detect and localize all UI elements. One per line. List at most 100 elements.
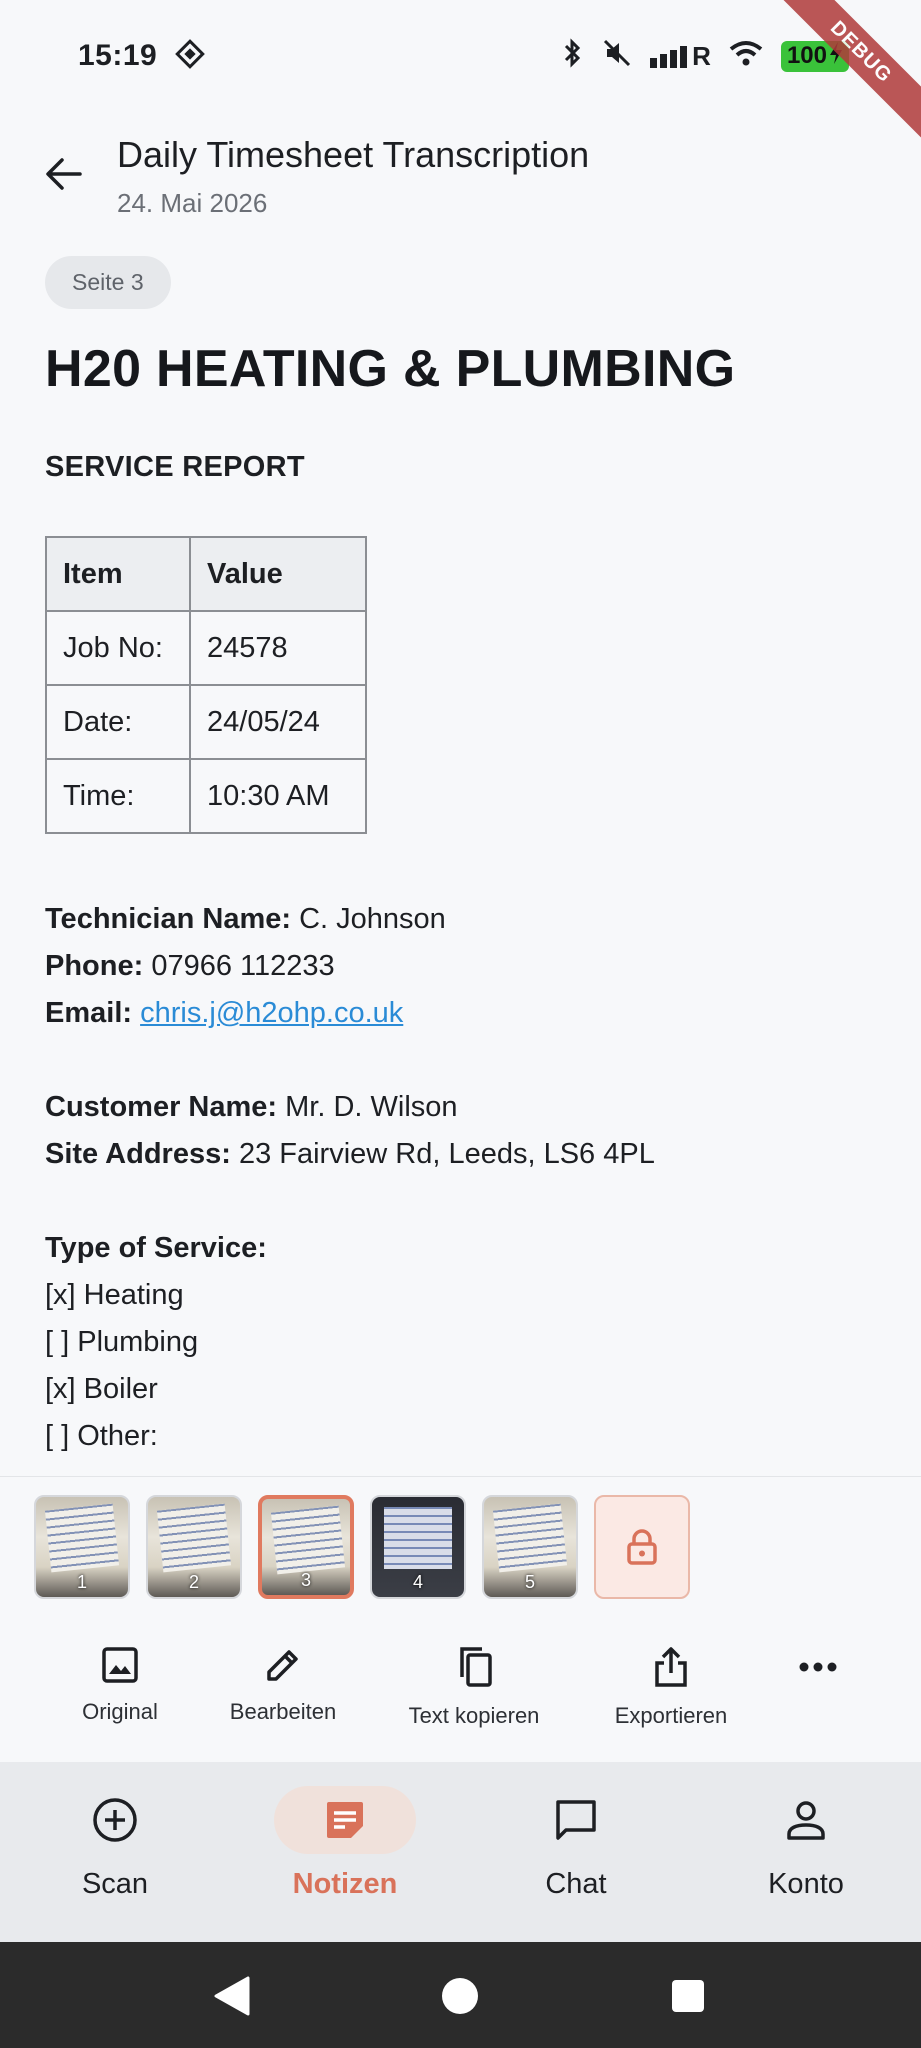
customer-value: Mr. D. Wilson — [285, 1091, 458, 1123]
document-heading: H20 HEATING & PLUMBING — [45, 340, 736, 398]
edit-button[interactable]: Bearbeiten — [212, 1645, 354, 1725]
chat-bubble-icon — [556, 1800, 596, 1840]
table-row: Time: 10:30 AM — [45, 758, 367, 834]
status-right: R 100 — [560, 37, 849, 75]
thumbnail-number: 1 — [76, 1572, 87, 1592]
share-icon — [655, 1647, 687, 1687]
phone-value: 07966 112233 — [151, 950, 335, 982]
square-recents-icon — [672, 1980, 704, 2012]
mute-icon — [602, 38, 632, 75]
app-bar: Daily Timesheet Transcription 24. Mai 20… — [0, 120, 921, 230]
system-recents-button[interactable] — [664, 1972, 712, 2020]
table-cell: Time: — [45, 758, 191, 834]
app-notification-icon — [175, 38, 206, 74]
page-thumbnail[interactable]: 2 — [146, 1495, 242, 1599]
page-thumbnail[interactable]: 1 — [34, 1495, 130, 1599]
thumbnail-list: 1 2 3 4 5 — [34, 1495, 690, 1599]
table-cell: 24/05/24 — [189, 684, 367, 760]
nav-chat-label: Chat — [545, 1868, 607, 1900]
service-option: [x] Heating — [45, 1279, 184, 1311]
arrow-left-icon — [46, 158, 82, 190]
nav-scan-label: Scan — [81, 1868, 149, 1900]
service-option: [ ] Other: — [45, 1420, 158, 1452]
table-row: Date: 24/05/24 — [45, 684, 367, 760]
status-bar: 15:19 R 100 — [0, 0, 921, 112]
thumbnail-number: 3 — [300, 1570, 311, 1590]
table-cell: Date: — [45, 684, 191, 760]
page-thumbnail-selected[interactable]: 3 — [258, 1495, 354, 1599]
copy-icon — [460, 1647, 492, 1687]
signal-label: R — [692, 40, 711, 71]
service-type-label: Type of Service: — [45, 1232, 267, 1264]
locked-page-button[interactable] — [594, 1495, 690, 1599]
nav-scan[interactable]: Scan — [35, 1786, 195, 1901]
phone-line: Phone: 07966 112233 — [45, 943, 875, 990]
person-icon — [787, 1801, 825, 1840]
system-back-button[interactable] — [208, 1972, 256, 2020]
bottom-navigation: Scan Notizen Chat Konto — [0, 1762, 921, 1942]
site-value: 23 Fairview Rd, Leeds, LS6 4PL — [238, 1138, 655, 1170]
export-button[interactable]: Exportieren — [598, 1645, 744, 1729]
page-thumbnail[interactable]: 4 — [370, 1495, 466, 1599]
nav-account-label: Konto — [768, 1868, 844, 1900]
table-header-row: Item Value — [45, 536, 367, 612]
service-option: [ ] Plumbing — [45, 1326, 199, 1358]
technician-line: Technician Name: C. Johnson — [45, 896, 875, 943]
nav-pill — [274, 1786, 416, 1854]
page-title: Daily Timesheet Transcription — [117, 134, 590, 175]
original-label: Original — [82, 1699, 158, 1724]
service-option: [x] Boiler — [45, 1373, 158, 1405]
original-button[interactable]: Original — [54, 1645, 186, 1725]
triangle-back-icon — [214, 1976, 250, 2016]
back-button[interactable] — [36, 146, 92, 202]
circle-home-icon — [442, 1978, 478, 2014]
copy-text-label: Text kopieren — [408, 1703, 540, 1728]
battery-level: 100 — [786, 42, 827, 69]
table-cell: Job No: — [45, 610, 191, 686]
nav-pill — [44, 1786, 186, 1854]
page-thumbnail-strip: 1 2 3 4 5 Original Bearbeiten Text kopie… — [0, 1476, 921, 1766]
customer-label: Customer Name: — [45, 1091, 278, 1123]
technician-label: Technician Name: — [45, 903, 292, 935]
thumbnail-number: 5 — [524, 1572, 535, 1592]
nav-chat[interactable]: Chat — [496, 1786, 656, 1901]
service-type-line: Type of Service: — [45, 1225, 875, 1272]
wifi-icon — [729, 39, 763, 74]
copy-text-button[interactable]: Text kopieren — [392, 1645, 556, 1729]
page-date: 24. Mai 2026 — [117, 188, 268, 218]
table-header-cell: Item — [45, 536, 191, 612]
email-line: Email: chris.j@h2ohp.co.uk — [45, 990, 875, 1037]
status-time: 15:19 — [78, 39, 158, 72]
nav-account[interactable]: Konto — [726, 1786, 886, 1901]
pencil-icon — [267, 1650, 298, 1681]
nav-pill — [505, 1786, 647, 1854]
add-circle-icon — [93, 1798, 137, 1842]
nav-notes-label: Notizen — [292, 1868, 398, 1900]
nav-pill — [735, 1786, 877, 1854]
site-label: Site Address: — [45, 1138, 231, 1170]
thumbnail-number: 4 — [412, 1572, 423, 1592]
system-home-button[interactable] — [436, 1972, 484, 2020]
system-navigation-bar — [0, 1942, 921, 2048]
export-label: Exportieren — [614, 1703, 728, 1728]
info-table: Item Value Job No: 24578 Date: 24/05/24 … — [45, 536, 367, 834]
bluetooth-icon — [560, 37, 584, 75]
more-horizontal-icon — [799, 1662, 837, 1672]
nav-notes[interactable]: Notizen — [265, 1786, 425, 1901]
document-subheading: SERVICE REPORT — [45, 451, 305, 483]
email-link[interactable]: chris.j@h2ohp.co.uk — [140, 997, 403, 1029]
document-fields: Technician Name: C. Johnson Phone: 07966… — [45, 896, 875, 1456]
phone-label: Phone: — [45, 950, 144, 982]
more-options-button[interactable] — [786, 1661, 850, 1673]
transcription-content[interactable]: Seite 3 H20 HEATING & PLUMBING SERVICE R… — [45, 256, 875, 1456]
status-left: 15:19 — [78, 38, 206, 74]
table-row: Job No: 24578 — [45, 610, 367, 686]
page-thumbnail[interactable]: 5 — [482, 1495, 578, 1599]
technician-value: C. Johnson — [299, 903, 446, 935]
thumbnail-number: 2 — [188, 1572, 199, 1592]
page-chip: Seite 3 — [45, 256, 171, 309]
site-line: Site Address: 23 Fairview Rd, Leeds, LS6… — [45, 1131, 875, 1178]
table-header-cell: Value — [189, 536, 367, 612]
